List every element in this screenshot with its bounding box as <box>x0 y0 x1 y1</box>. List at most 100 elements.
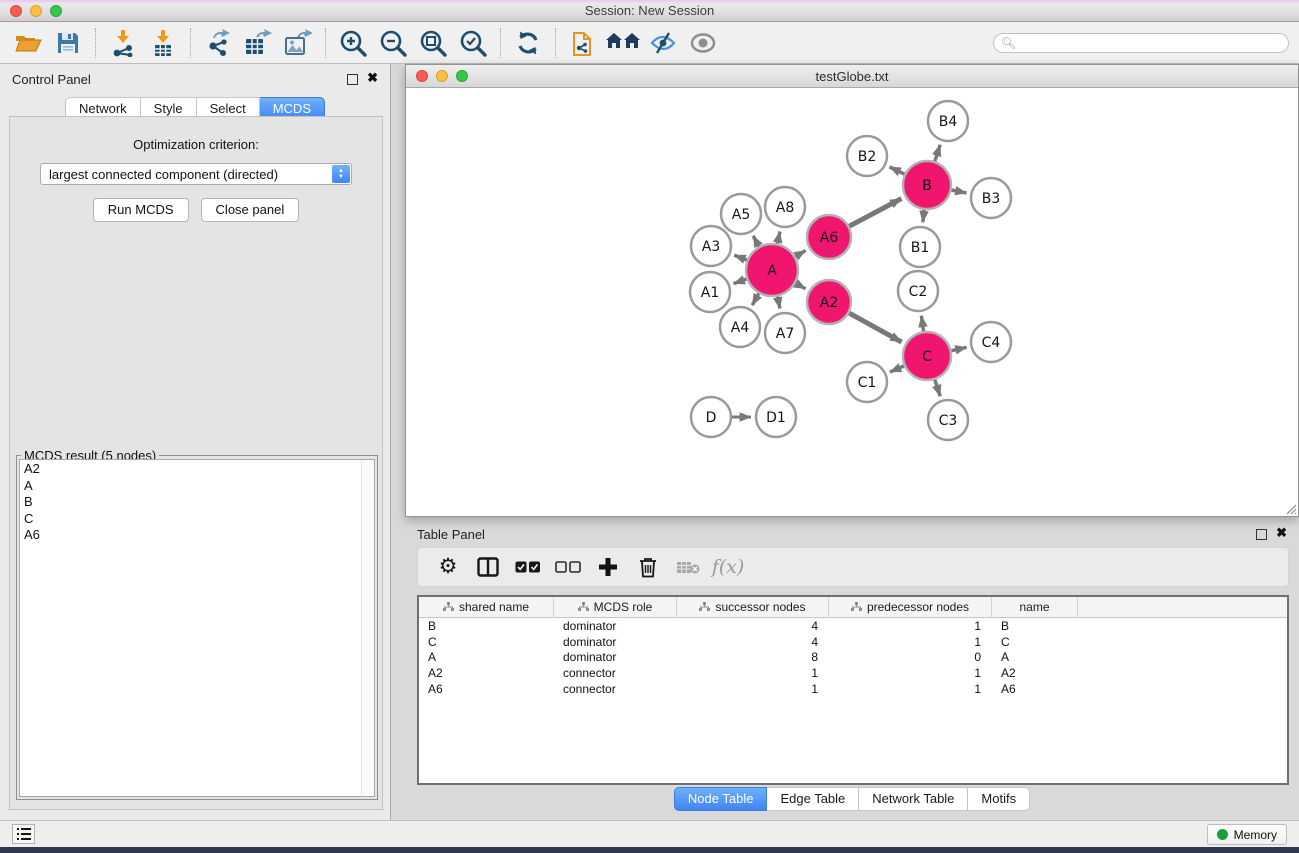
graph-edge-B-B1[interactable] <box>923 210 924 222</box>
function-button[interactable]: f(x) <box>708 550 748 584</box>
cell-MCDS-role[interactable]: connector <box>554 682 677 696</box>
cell-shared-name[interactable]: A <box>419 650 554 664</box>
deselect-all-button[interactable] <box>548 550 588 584</box>
column-header-predecessor-nodes[interactable]: predecessor nodes <box>829 597 992 617</box>
zoom-out-button[interactable] <box>373 25 413 61</box>
close-panel-button[interactable]: Close panel <box>201 198 300 222</box>
graph-edge-C-C2[interactable] <box>921 316 923 331</box>
task-history-button[interactable] <box>12 824 35 844</box>
graph-edge-A2-C[interactable] <box>849 313 901 342</box>
export-network-button[interactable] <box>198 25 238 61</box>
graph-node-B4[interactable]: B4 <box>928 101 968 141</box>
column-header-MCDS-role[interactable]: MCDS role <box>554 597 677 617</box>
result-list-item[interactable]: A <box>24 478 374 495</box>
cell-MCDS-role[interactable]: connector <box>554 666 677 680</box>
zoom-selected-button[interactable] <box>453 25 493 61</box>
graph-node-D1[interactable]: D1 <box>756 397 796 437</box>
graph-node-C2[interactable]: C2 <box>898 271 938 311</box>
hide-details-button[interactable] <box>643 25 683 61</box>
graph-node-C1[interactable]: C1 <box>847 362 887 402</box>
show-details-button[interactable] <box>683 25 723 61</box>
table-row[interactable]: Adominator80A <box>419 649 1287 665</box>
cell-successor-nodes[interactable]: 1 <box>677 682 829 696</box>
cell-MCDS-role[interactable]: dominator <box>554 619 677 633</box>
cell-successor-nodes[interactable]: 4 <box>677 635 829 649</box>
result-list-item[interactable]: C <box>24 511 374 528</box>
memory-button[interactable]: Memory <box>1207 824 1287 845</box>
float-panel-icon[interactable] <box>347 74 358 85</box>
graph-edge-A-A5[interactable] <box>753 236 759 247</box>
cell-successor-nodes[interactable]: 1 <box>677 666 829 680</box>
graph-node-C[interactable]: C <box>903 332 951 380</box>
column-header-successor-nodes[interactable]: successor nodes <box>677 597 829 617</box>
home-button[interactable] <box>603 25 643 61</box>
cell-shared-name[interactable]: A6 <box>419 682 554 696</box>
graph-node-A3[interactable]: A3 <box>691 226 731 266</box>
close-panel-icon[interactable]: ✖ <box>367 71 378 85</box>
gear-button[interactable]: ⚙ <box>428 550 468 584</box>
result-list-item[interactable]: A6 <box>24 527 374 544</box>
cell-predecessor-nodes[interactable]: 0 <box>829 650 992 664</box>
graph-node-C3[interactable]: C3 <box>928 400 968 440</box>
graph-edge-A-A6[interactable] <box>795 251 805 257</box>
graph-edge-C-C1[interactable] <box>890 366 904 372</box>
graph-node-A2[interactable]: A2 <box>807 280 851 324</box>
graph-edge-B-B3[interactable] <box>951 190 966 193</box>
column-header-shared-name[interactable]: shared name <box>419 597 554 617</box>
delete-column-button[interactable] <box>628 550 668 584</box>
table-row[interactable]: A2connector11A2 <box>419 665 1287 681</box>
graph-edge-A-A3[interactable] <box>734 255 747 260</box>
cell-successor-nodes[interactable]: 8 <box>677 650 829 664</box>
graph-node-B3[interactable]: B3 <box>971 178 1011 218</box>
graph-node-A4[interactable]: A4 <box>720 307 760 347</box>
column-header-name[interactable]: name <box>992 597 1078 617</box>
graph-edge-B-B2[interactable] <box>890 167 905 174</box>
graph-edge-A-A2[interactable] <box>796 283 806 289</box>
tab-node-table[interactable]: Node Table <box>674 787 768 811</box>
graph-edge-B-B4[interactable] <box>935 145 940 161</box>
graph-edge-A6-B[interactable] <box>849 199 901 227</box>
refresh-layout-button[interactable] <box>508 25 548 61</box>
result-list-item[interactable]: A2 <box>24 461 374 478</box>
cell-name[interactable]: A <box>992 650 1078 664</box>
graph-edge-A-A8[interactable] <box>777 231 779 243</box>
import-network-button[interactable] <box>103 25 143 61</box>
columns-button[interactable] <box>468 550 508 584</box>
graph-node-A[interactable]: A <box>746 244 798 296</box>
cell-shared-name[interactable]: B <box>419 619 554 633</box>
mcds-result-list[interactable]: A2ABCA6 <box>19 459 375 797</box>
search-field[interactable]: 🔍︎ <box>993 33 1289 53</box>
cell-successor-nodes[interactable]: 4 <box>677 619 829 633</box>
result-list-item[interactable]: B <box>24 494 374 511</box>
optimization-dropdown[interactable]: largest connected component (directed) ▲… <box>40 163 352 185</box>
graph-edge-A-A7[interactable] <box>777 296 779 308</box>
cell-name[interactable]: B <box>992 619 1078 633</box>
graph-node-A7[interactable]: A7 <box>765 313 805 353</box>
result-list-scrollbar[interactable] <box>361 460 374 796</box>
graph-node-D[interactable]: D <box>691 397 731 437</box>
search-input[interactable] <box>1016 35 1288 51</box>
run-mcds-button[interactable]: Run MCDS <box>93 198 189 222</box>
session-doc-button[interactable] <box>563 25 603 61</box>
zoom-in-button[interactable] <box>333 25 373 61</box>
network-canvas[interactable]: AA6A2BCA5A8A3A1A4A7B4B2B3B1C2C4C1C3DD1 <box>406 88 1298 516</box>
cell-name[interactable]: A6 <box>992 682 1078 696</box>
cell-name[interactable]: A2 <box>992 666 1078 680</box>
graph-node-C4[interactable]: C4 <box>971 322 1011 362</box>
cell-name[interactable]: C <box>992 635 1078 649</box>
graph-edge-C-C4[interactable] <box>951 347 966 350</box>
table-row[interactable]: Cdominator41C <box>419 634 1287 650</box>
graph-node-A5[interactable]: A5 <box>721 194 761 234</box>
resize-grip[interactable] <box>1284 502 1297 515</box>
graph-edge-C-C3[interactable] <box>935 380 940 396</box>
export-image-button[interactable] <box>278 25 318 61</box>
delete-table-button[interactable] <box>668 550 708 584</box>
close-table-panel-icon[interactable]: ✖ <box>1276 526 1287 540</box>
open-file-button[interactable] <box>8 25 48 61</box>
graph-edge-A-A1[interactable] <box>734 279 747 284</box>
save-session-button[interactable] <box>48 25 88 61</box>
cell-shared-name[interactable]: C <box>419 635 554 649</box>
tab-edge-table[interactable]: Edge Table <box>767 787 859 811</box>
cell-MCDS-role[interactable]: dominator <box>554 650 677 664</box>
graph-node-B1[interactable]: B1 <box>900 227 940 267</box>
